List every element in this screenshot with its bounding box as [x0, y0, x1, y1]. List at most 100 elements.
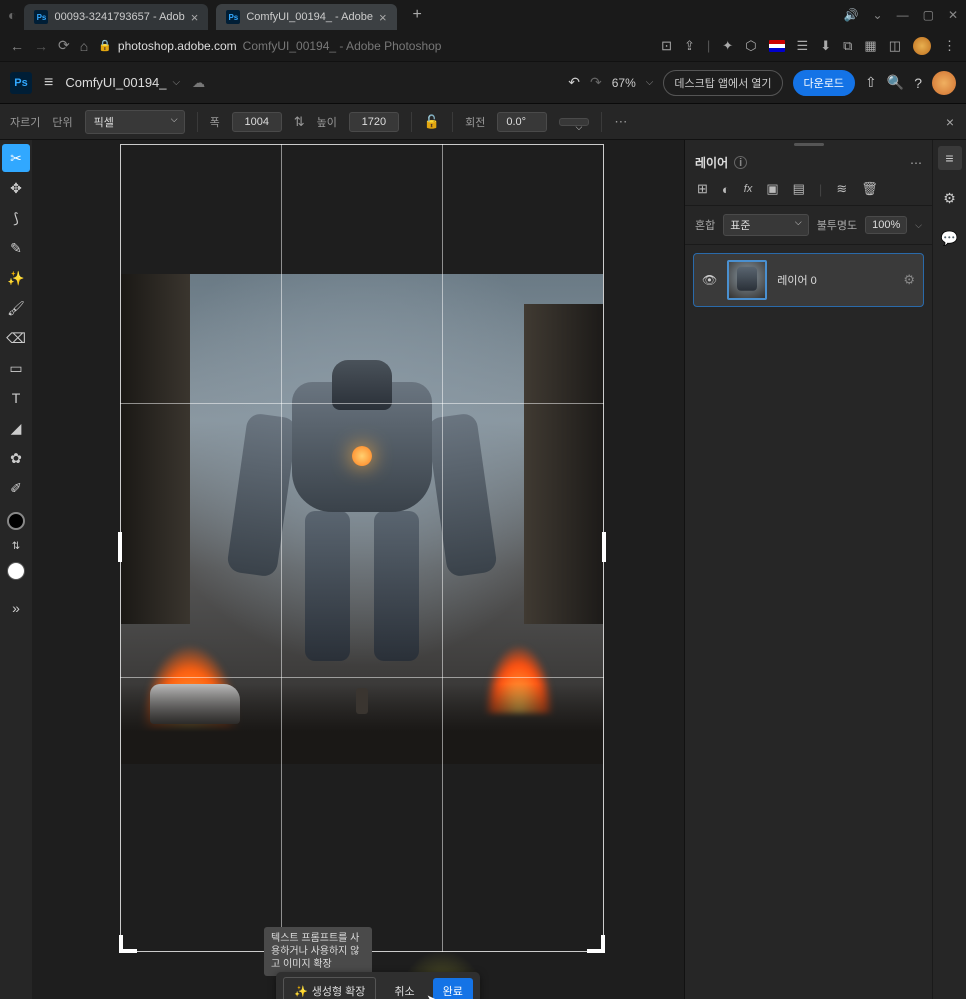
group-icon[interactable]: ▤	[793, 181, 805, 197]
layer-name[interactable]: 레이어 0	[777, 272, 893, 288]
brush-tool[interactable]: 🖌	[2, 294, 30, 322]
download-icon[interactable]: ⬇	[820, 38, 831, 54]
crop-frame[interactable]	[120, 144, 604, 952]
profile-avatar[interactable]	[913, 37, 931, 55]
swap-icon[interactable]: ⇅	[294, 114, 305, 130]
info-icon[interactable]: i	[734, 156, 747, 169]
clone-tool[interactable]: ✿	[2, 444, 30, 472]
close-icon[interactable]: ×	[379, 10, 387, 25]
open-desktop-button[interactable]: 데스크탑 앱에서 열기	[663, 70, 782, 96]
crop-handle-left[interactable]	[118, 532, 122, 562]
lasso-tool[interactable]: ⟆	[2, 204, 30, 232]
layer-row[interactable]: 👁 레이어 0 ⚙	[693, 253, 924, 307]
more-tools-icon[interactable]: »	[2, 594, 30, 622]
search-icon[interactable]: 🔍	[887, 74, 904, 91]
mask-icon[interactable]: ▣	[766, 181, 778, 197]
background-color[interactable]	[7, 562, 25, 580]
adjustment-icon[interactable]: ◐	[722, 182, 730, 197]
opacity-input[interactable]	[865, 216, 907, 234]
shield-icon[interactable]: ⬡	[745, 38, 756, 54]
move-tool[interactable]: ✥	[2, 174, 30, 202]
help-icon[interactable]: ?	[914, 75, 922, 91]
install-icon[interactable]: ⊡	[661, 38, 672, 54]
hamburger-icon[interactable]: ≡	[44, 74, 53, 92]
close-icon[interactable]: ×	[191, 10, 199, 25]
chevron-down-icon[interactable]: ⌵	[646, 77, 654, 88]
reading-list-icon[interactable]: ☰	[797, 38, 809, 54]
zoom-level[interactable]: 67%	[612, 76, 636, 90]
foreground-color[interactable]	[7, 512, 25, 530]
crop-handle-bottom-right[interactable]	[601, 935, 605, 953]
gradient-tool[interactable]: ◢	[2, 414, 30, 442]
width-input[interactable]	[232, 112, 282, 132]
layer-settings-icon[interactable]: ⚙	[903, 272, 915, 288]
layers-stack-icon[interactable]: ≋	[836, 181, 847, 197]
home-icon[interactable]: ⌂	[80, 38, 88, 54]
panel-menu-icon[interactable]: ⋯	[910, 156, 922, 170]
photoshop-logo[interactable]: Ps	[10, 72, 32, 94]
maximize-icon[interactable]: ▢	[923, 8, 934, 22]
height-input[interactable]	[349, 112, 399, 132]
crop-handle-bottom-left[interactable]	[119, 935, 123, 953]
undo-icon[interactable]: ↶	[568, 74, 580, 91]
crop-handle-right[interactable]	[602, 532, 606, 562]
rotation-dropdown[interactable]: ⌵	[559, 118, 589, 126]
unit-select[interactable]: 픽셀⌵	[85, 110, 185, 134]
reload-icon[interactable]: ⟳	[58, 37, 70, 54]
volume-icon[interactable]: 🔊	[844, 8, 859, 22]
chevron-down-icon[interactable]: ⌵	[915, 220, 922, 231]
share-icon[interactable]: ⇧	[865, 74, 877, 91]
layer-thumbnail[interactable]	[727, 260, 767, 300]
minimize-icon[interactable]: —	[897, 8, 909, 22]
crop-label: 자르기	[10, 114, 40, 130]
close-options-icon[interactable]: ×	[946, 114, 954, 130]
add-layer-icon[interactable]: ⊞	[697, 181, 708, 197]
text-tool[interactable]: T	[2, 384, 30, 412]
share-icon[interactable]: ⇪	[684, 38, 695, 54]
redo-icon[interactable]: ↷	[590, 74, 602, 91]
generative-expand-tooltip: 텍스트 프롬프트를 사용하거나 사용하지 않고 이미지 확장	[264, 927, 372, 976]
rotation-input[interactable]: 0.0°	[497, 112, 547, 132]
menu-icon[interactable]: ⋮	[943, 38, 956, 54]
user-avatar[interactable]	[932, 71, 956, 95]
qr-icon[interactable]: ▦	[864, 38, 876, 54]
eraser-tool[interactable]: ⌫	[2, 324, 30, 352]
document-title[interactable]: ComfyUI_00194_ ⌵ ☁	[65, 75, 205, 91]
adjustments-rail-icon[interactable]: ⚙	[938, 186, 962, 210]
download-button[interactable]: 다운로드	[793, 70, 855, 96]
chevron-down-icon[interactable]: ⌵	[173, 77, 181, 88]
comments-rail-icon[interactable]: 💬	[938, 226, 962, 250]
canvas-area[interactable]: 텍스트 프롬프트를 사용하거나 사용하지 않고 이미지 확장 ✨ 생성형 확장 …	[32, 140, 684, 999]
cancel-button[interactable]: 취소	[384, 978, 424, 999]
back-icon[interactable]: ←	[10, 38, 24, 54]
forward-icon[interactable]: →	[34, 38, 48, 54]
lock-aspect-icon[interactable]: 🔓	[424, 114, 440, 130]
swap-colors-icon[interactable]: ⇅	[2, 532, 30, 560]
fx-icon[interactable]: fx	[744, 183, 753, 195]
screenshot-icon[interactable]: ⧉	[843, 38, 852, 54]
delete-layer-icon[interactable]: 🗑	[861, 181, 878, 197]
layers-rail-icon[interactable]: ≡	[938, 146, 962, 170]
chevron-down-icon[interactable]: ⌄	[873, 8, 883, 22]
browser-tab-1[interactable]: Ps 00093-3241793657 - Adob ×	[24, 4, 208, 30]
wand-tool[interactable]: ✨	[2, 264, 30, 292]
browser-tab-2[interactable]: Ps ComfyUI_00194_ - Adobe ×	[216, 4, 396, 30]
new-tab-button[interactable]: +	[413, 6, 422, 24]
blend-mode-select[interactable]: 표준⌵	[723, 214, 808, 236]
quick-select-tool[interactable]: ✎	[2, 234, 30, 262]
app-menu-icon[interactable]: ◐	[8, 7, 16, 23]
shape-tool[interactable]: ▭	[2, 354, 30, 382]
done-button[interactable]: 완료	[433, 978, 473, 999]
panel-drag-handle[interactable]	[685, 140, 932, 148]
canvas-image	[120, 274, 604, 764]
generative-expand-button[interactable]: ✨ 생성형 확장	[283, 977, 376, 999]
extensions-icon[interactable]: ✦	[722, 38, 733, 54]
eyedropper-tool[interactable]: ✐	[2, 474, 30, 502]
close-window-icon[interactable]: ✕	[948, 8, 958, 22]
flag-icon[interactable]	[769, 40, 785, 52]
url-field[interactable]: 🔒 photoshop.adobe.com ComfyUI_00194_ - A…	[98, 39, 651, 53]
crop-tool[interactable]: ✂	[2, 144, 30, 172]
more-options-icon[interactable]: ⋯	[614, 114, 627, 130]
visibility-icon[interactable]: 👁	[702, 273, 717, 287]
sidepanel-icon[interactable]: ◫	[889, 38, 901, 54]
